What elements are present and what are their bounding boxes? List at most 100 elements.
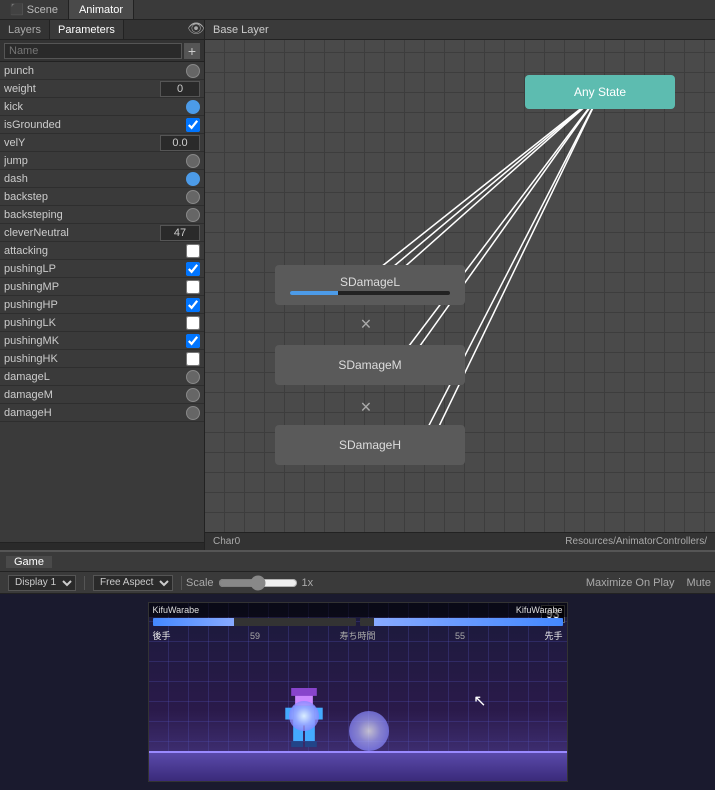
- toggle-jump[interactable]: [186, 154, 200, 168]
- left-panel-tabs: Layers Parameters 👁: [0, 20, 204, 40]
- tab-layers[interactable]: Layers: [0, 20, 50, 39]
- tab-parameters[interactable]: Parameters: [50, 20, 124, 39]
- toggle-damageh[interactable]: [186, 406, 200, 420]
- game-floor: [149, 751, 567, 781]
- toggle-dash[interactable]: [186, 172, 200, 186]
- animator-panel: Base Layer: [205, 20, 715, 550]
- display-select[interactable]: Display 1: [8, 575, 76, 591]
- divider: [84, 576, 85, 590]
- hp-bar-left: [153, 618, 356, 626]
- player1-name: KifuWarabe: [153, 605, 200, 615]
- aspect-select[interactable]: Free Aspect: [93, 575, 173, 591]
- game-toolbar: Display 1 Free Aspect Scale 1x Maximize …: [0, 572, 715, 594]
- animator-row: Layers Parameters 👁 + punch: [0, 20, 715, 550]
- param-row: pushingHP: [0, 296, 204, 314]
- scrollbar-bottom: [0, 542, 204, 550]
- maximize-label: Maximize On Play: [586, 577, 675, 589]
- game-section: Game Display 1 Free Aspect Scale 1x Maxi…: [0, 550, 715, 790]
- hp-bar-right: [360, 618, 563, 626]
- param-row: pushingLP: [0, 260, 204, 278]
- svg-text:✕: ✕: [360, 317, 372, 333]
- checkbox-attacking[interactable]: [186, 244, 200, 258]
- animator-canvas[interactable]: ✕ ✕ Any State SDamageL SDamage: [205, 40, 715, 532]
- progress-bar-fill: [290, 291, 338, 295]
- p2-score: 55: [455, 631, 465, 641]
- animator-header: Base Layer: [205, 20, 715, 40]
- toggle-damagel[interactable]: [186, 370, 200, 384]
- param-row: isGrounded: [0, 116, 204, 134]
- top-tab-bar: ⬛ Scene Animator: [0, 0, 715, 20]
- params-list: punch weight kick isGrounded: [0, 62, 204, 542]
- input-cleverneutral[interactable]: [160, 225, 200, 241]
- param-row: cleverNeutral: [0, 224, 204, 242]
- param-row: pushingHK: [0, 350, 204, 368]
- checkbox-pushinglp[interactable]: [186, 262, 200, 276]
- param-row: velY: [0, 134, 204, 152]
- state-sdamagem[interactable]: SDamageM: [275, 345, 465, 385]
- mute-label: Mute: [687, 577, 711, 589]
- param-row: backstep: [0, 188, 204, 206]
- game-hud: KifuWarabe KifuWarabe 後手: [149, 603, 567, 643]
- p1-score: 59: [250, 631, 260, 641]
- scale-label: Scale: [186, 577, 214, 589]
- param-row: pushingMP: [0, 278, 204, 296]
- search-input[interactable]: [4, 43, 182, 59]
- game-header: Game: [0, 552, 715, 572]
- state-sdamagel[interactable]: SDamageL: [275, 265, 465, 305]
- scene-icon: ⬛: [10, 3, 24, 16]
- param-row: jump: [0, 152, 204, 170]
- param-row: kick: [0, 98, 204, 116]
- aspect-select-item[interactable]: Free Aspect: [89, 575, 177, 591]
- param-row: pushingLK: [0, 314, 204, 332]
- checkbox-pushingmp[interactable]: [186, 280, 200, 294]
- checkbox-pushingmk[interactable]: [186, 334, 200, 348]
- svg-text:✕: ✕: [360, 400, 372, 416]
- cursor-icon: ↖: [473, 691, 486, 711]
- timer-label: 寿ち時間: [339, 629, 375, 642]
- param-row: damageL: [0, 368, 204, 386]
- checkbox-pushinghk[interactable]: [186, 352, 200, 366]
- orb-left: [289, 701, 319, 731]
- param-row: damageH: [0, 404, 204, 422]
- input-weight[interactable]: [160, 81, 200, 97]
- player2-name: KifuWarabe: [516, 605, 563, 615]
- state-sdamageh[interactable]: SDamageH: [275, 425, 465, 465]
- orb-right: [349, 711, 389, 751]
- toggle-backstep[interactable]: [186, 190, 200, 204]
- divider2: [181, 576, 182, 590]
- game-viewport: KifuWarabe KifuWarabe 後手: [0, 594, 715, 790]
- progress-bar-sdamagel: [290, 291, 450, 295]
- param-row: punch: [0, 62, 204, 80]
- display-select-item[interactable]: Display 1: [4, 575, 80, 591]
- toggle-punch[interactable]: [186, 64, 200, 78]
- hp-bar-right-fill: [374, 618, 563, 626]
- input-vely[interactable]: [160, 135, 200, 151]
- toggle-kick[interactable]: [186, 100, 200, 114]
- tab-scene[interactable]: ⬛ Scene: [0, 0, 69, 19]
- param-row: backsteping: [0, 206, 204, 224]
- add-param-button[interactable]: +: [184, 43, 200, 59]
- eye-icon[interactable]: 👁: [188, 20, 204, 36]
- param-row: damageM: [0, 386, 204, 404]
- param-row: weight: [0, 80, 204, 98]
- tab-animator[interactable]: Animator: [69, 0, 134, 19]
- animator-status: Char0 Resources/AnimatorControllers/: [205, 532, 715, 550]
- param-row: dash: [0, 170, 204, 188]
- toggle-backsteping[interactable]: [186, 208, 200, 222]
- p1-label: 後手: [153, 629, 171, 642]
- scale-value: 1x: [302, 577, 314, 589]
- param-row: attacking: [0, 242, 204, 260]
- hp-bar-left-fill: [153, 618, 234, 626]
- checkbox-isgrounded[interactable]: [186, 118, 200, 132]
- search-bar: +: [0, 40, 204, 62]
- checkbox-pushinghp[interactable]: [186, 298, 200, 312]
- scale-slider[interactable]: [218, 577, 298, 589]
- toggle-damagem[interactable]: [186, 388, 200, 402]
- checkbox-pushinglk[interactable]: [186, 316, 200, 330]
- state-any[interactable]: Any State: [525, 75, 675, 109]
- left-panel: Layers Parameters 👁 + punch: [0, 20, 205, 550]
- param-row: pushingMK: [0, 332, 204, 350]
- tab-game[interactable]: Game: [6, 556, 52, 568]
- app-container: ⬛ Scene Animator Layers Parameters 👁 +: [0, 0, 715, 790]
- game-scene: KifuWarabe KifuWarabe 後手: [148, 602, 568, 782]
